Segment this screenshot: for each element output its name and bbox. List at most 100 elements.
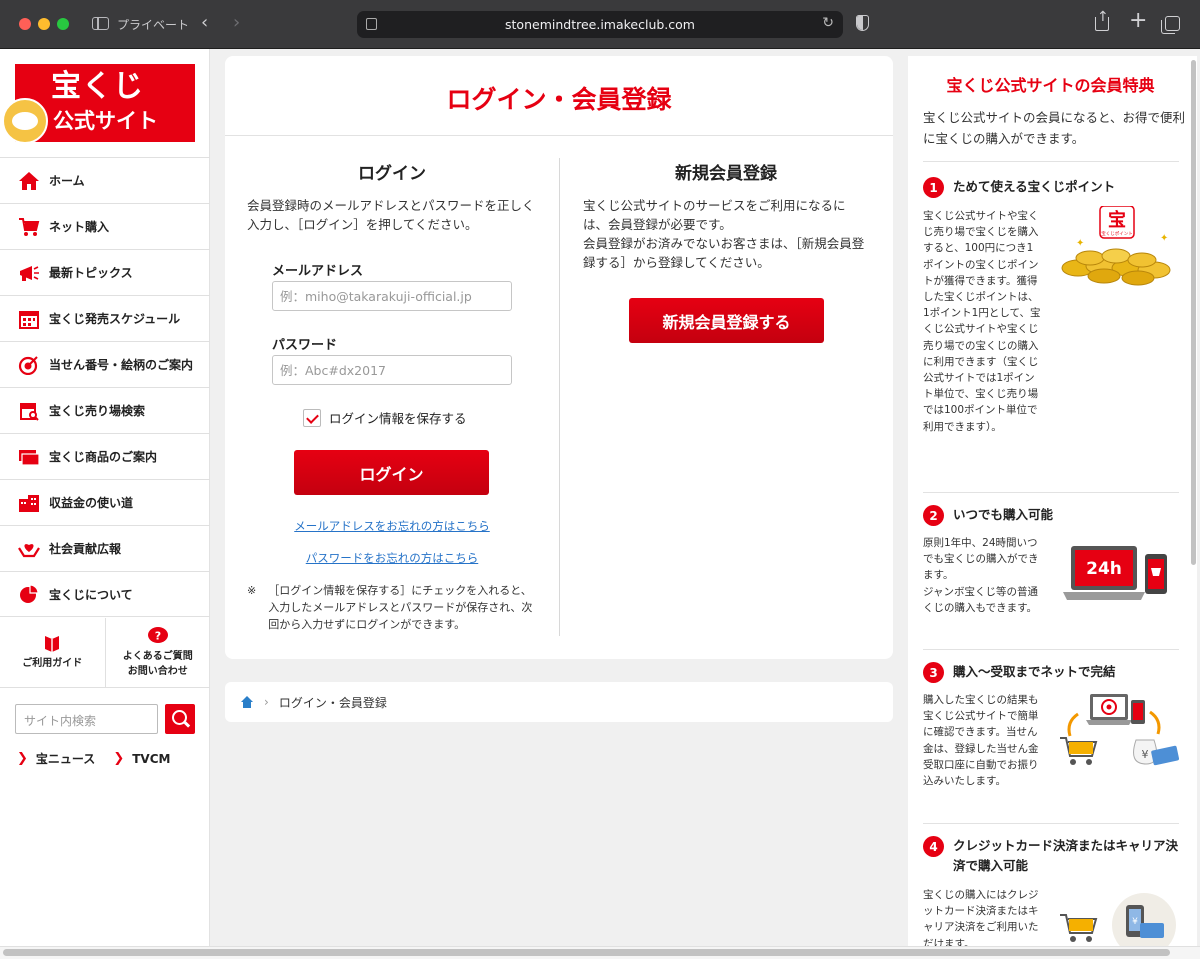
mascot-icon [2,98,48,144]
divider [923,823,1179,824]
tab-overview-icon[interactable] [1161,16,1180,34]
benefit-title: 購入〜受取までネットで完結 [953,664,1116,679]
svg-text:✦: ✦ [1076,238,1084,249]
laptop-phone-illustration: 24h [1063,546,1167,600]
register-description: 宝くじ公式サイトのサービスをご利用になるには、会員登録が必要です。 会員登録がお… [583,198,865,270]
close-window-button[interactable] [19,18,31,30]
email-field[interactable] [272,281,512,311]
sidebar-item-schedule[interactable]: 宝くじ発売スケジュール [0,295,210,341]
sidebar-item-label: 宝くじについて [49,587,133,602]
note-text: ［ログイン情報を保存する］にチェックを入れると、入力したメールアドレスとパスワー… [268,584,533,631]
login-button[interactable]: ログイン [294,450,489,495]
purchase-flow-illustration: ¥ [1060,694,1180,766]
sidebar-item-label: 当せん番号・絵柄のご案内 [49,358,194,372]
new-tab-icon[interactable]: + [1129,10,1147,32]
question-icon: ? [147,626,168,643]
register-button[interactable]: 新規会員登録する [629,298,824,343]
sidebar-item-net-purchase[interactable]: ネット購入 [0,203,210,249]
back-button[interactable]: ‹ [201,12,208,33]
private-mode-label: プライベート [117,18,190,32]
password-field[interactable] [272,355,512,385]
points-badge-label: 宝くじポイント [1101,230,1133,237]
sidebar-item-label: 最新トピックス [49,266,133,280]
column-divider [559,158,560,636]
login-heading: ログイン [358,164,426,184]
sidebar-item-products[interactable]: 宝くじ商品のご案内 [0,433,210,479]
minimize-window-button[interactable] [38,18,50,30]
divider [923,161,1179,162]
login-card: ログイン・会員登録 ログイン 会員登録時のメールアドレスとパスワードを正しく入力… [225,56,893,659]
benefit-3-heading: 3 購入〜受取までネットで完結 [923,662,1183,683]
chevron-right-icon: ❯ [17,751,28,766]
forgot-password-link[interactable]: パスワードをお忘れの方はこちら [225,550,559,566]
remember-login[interactable]: ログイン情報を保存する [303,408,467,427]
vertical-scrollbar[interactable] [1191,60,1196,565]
home-icon[interactable] [240,696,254,708]
benefit-number: 2 [923,505,944,526]
title-divider [225,135,893,136]
sidebar-item-proceeds[interactable]: 収益金の使い道 [0,479,210,525]
benefit-number: 1 [923,177,944,198]
site-logo[interactable]: 宝くじ 公式サイト [2,64,195,144]
points-coins-illustration: 宝 宝くじポイント ✦ ✦ [1061,206,1171,286]
guide-link[interactable]: ご利用ガイド [0,618,106,687]
faq-label: よくあるご質問 お問い合わせ [122,650,193,677]
main-menu: ホーム ネット購入 最新トピックス 宝くじ発売スケジュール 当せん番号・絵柄のご… [0,157,210,617]
sidebar-item-topics[interactable]: 最新トピックス [0,249,210,295]
svg-text:?: ? [155,629,161,642]
search-button[interactable] [165,704,195,734]
sidebar-item-label: 宝くじ発売スケジュール [49,312,181,326]
building-icon [18,493,40,513]
news-link[interactable]: ❯ 宝ニュース [17,750,95,767]
note-mark: ※ [247,584,257,597]
login-description: 会員登録時のメールアドレスとパスワードを正しく入力し、［ログイン］を押してくださ… [247,198,535,232]
remember-note: ※ ［ログイン情報を保存する］にチェックを入れると、入力したメールアドレスとパス… [247,582,542,633]
register-heading: 新規会員登録 [675,164,777,184]
forgot-email-link[interactable]: メールアドレスをお忘れの方はこちら [225,518,559,534]
logo-line1: 宝くじ [51,69,144,104]
benefit-1-heading: 1 ためて使える宝くじポイント [923,177,1183,198]
remember-checkbox[interactable] [303,408,321,427]
sidebar-item-store-search[interactable]: 宝くじ売り場検索 [0,387,210,433]
sidebar-item-social-contribution[interactable]: 社会貢献広報 [0,525,210,571]
sidebar-item-label: 収益金の使い道 [49,496,134,510]
benefits-intro: 宝くじ公式サイトの会員になると、お得で便利に宝くじの購入ができます。 [923,110,1186,146]
reload-icon[interactable]: ↻ [822,15,834,31]
benefit-text: 宝くじの購入にはクレジットカード決済またはキャリア決済をご利用いただけます。 [923,889,1039,946]
sidebar-item-home[interactable]: ホーム [0,157,210,203]
horizontal-scrollbar[interactable] [3,949,1170,956]
faq-link[interactable]: ? よくあるご質問 お問い合わせ [106,618,211,687]
sidebar-item-winning-numbers[interactable]: 当せん番号・絵柄のご案内 [0,341,210,387]
benefit-number: 3 [923,662,944,683]
card-payment-illustration: ¥ [1060,893,1176,946]
zoom-window-button[interactable] [57,18,69,30]
benefit-text: 購入した宝くじの結果も宝くじ公式サイトで簡単に確認できます。当せん金は、登録した… [923,694,1039,788]
heart-hands-icon [18,539,40,559]
sidebar-item-label: 宝くじ売り場検索 [49,404,146,418]
sidebar-item-label: ネット購入 [49,220,110,234]
logo-line2: 公式サイト [53,109,158,133]
target-icon [18,355,40,375]
24h-badge: 24h [1086,559,1122,579]
svg-text:宝: 宝 [1108,209,1126,231]
shop-icon [18,401,40,421]
address-bar[interactable]: stonemindtree.imakeclub.com ↻ [357,11,843,38]
sidebar-item-label: 宝くじ商品のご案内 [49,450,158,464]
sidebar-item-label: 社会貢献広報 [49,542,122,556]
chevron-right-icon: › [264,695,269,709]
cart-icon [18,217,40,237]
privacy-shield-icon[interactable] [856,15,869,31]
breadcrumb-current: ログイン・会員登録 [278,695,387,710]
sidebar-toggle-icon[interactable] [92,17,109,30]
share-icon[interactable] [1095,7,1109,31]
benefit-4-heading: 4 クレジットカード決済またはキャリア決済で購入可能 [923,836,1183,876]
calendar-icon [18,309,40,329]
site-search-input[interactable]: サイト内検索 [15,704,158,734]
benefits-panel: 宝くじ公式サイトの会員特典 宝くじ公式サイトの会員になると、お得で便利に宝くじの… [908,56,1197,946]
sidebar-item-about[interactable]: 宝くじについて [0,571,210,617]
tvcm-link[interactable]: ❯ TVCM [113,750,170,767]
news-link-label: 宝ニュース [35,752,96,766]
sidebar-item-label: ホーム [49,174,85,188]
forward-button[interactable]: › [233,12,240,33]
left-sidebar: 宝くじ 公式サイト ホーム ネット購入 最新トピックス 宝くじ発売スケジュール … [0,49,210,946]
